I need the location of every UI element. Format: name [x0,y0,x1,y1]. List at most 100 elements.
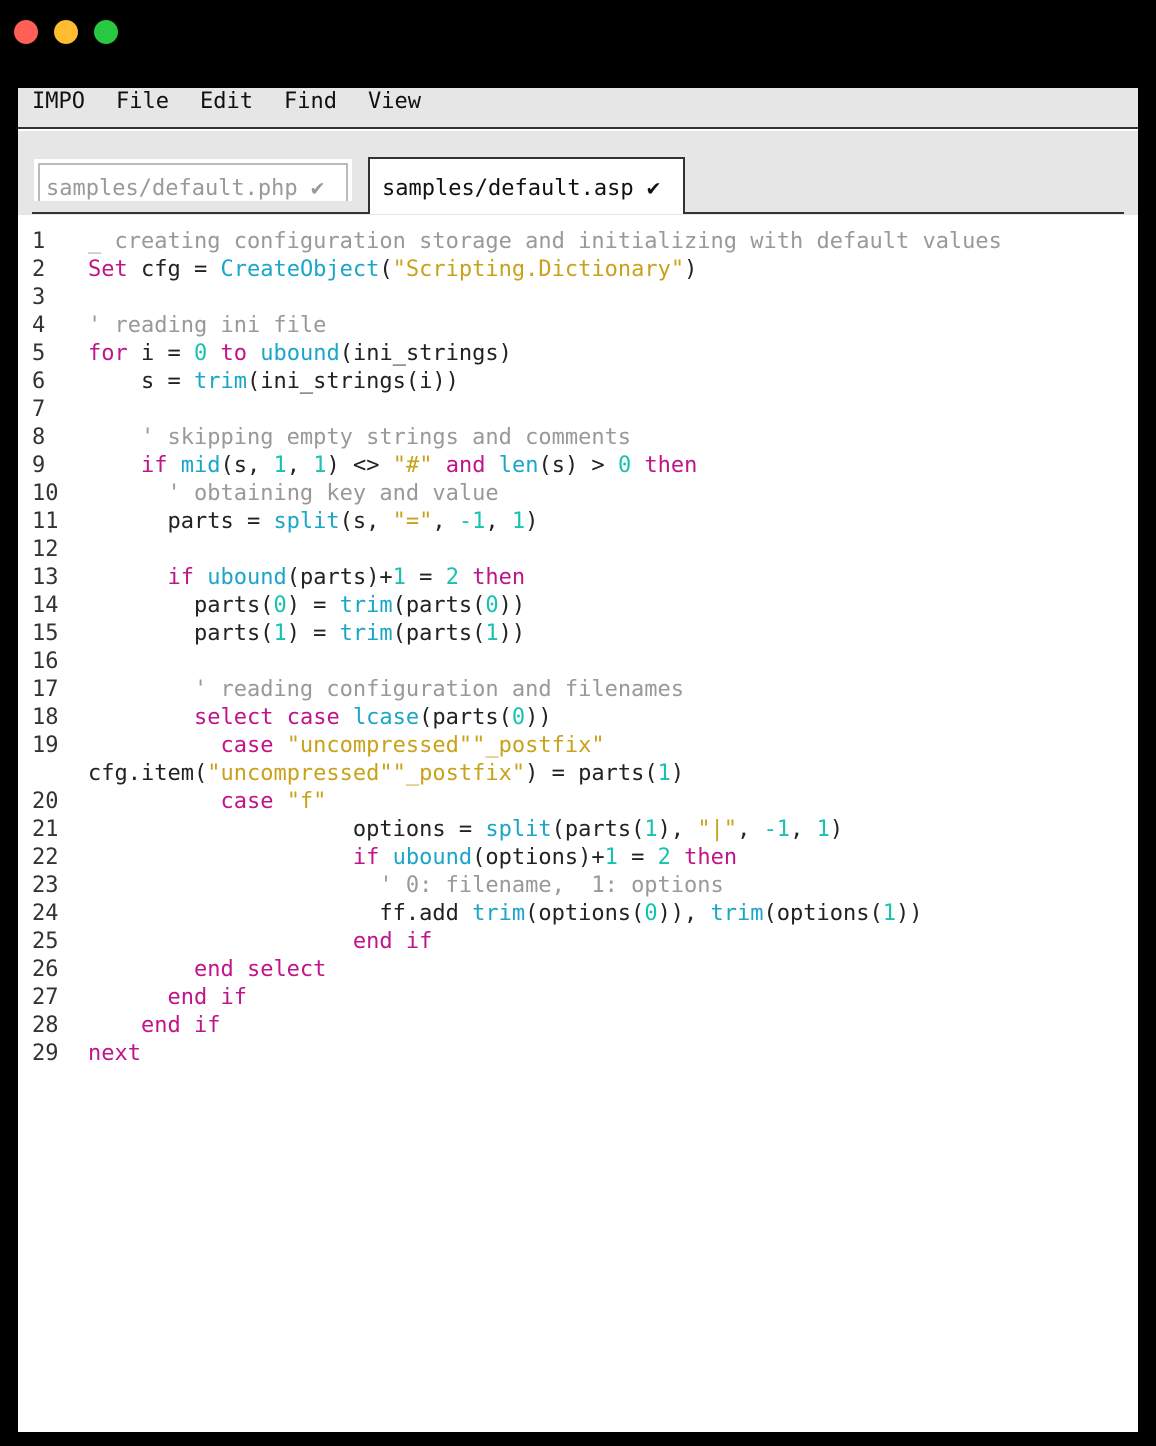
line-source: end if [88,1012,220,1040]
line-number: 12 [32,537,59,562]
code-line: 25 end if [18,928,1138,956]
code-line: 15 parts(1) = trim(parts(1)) [18,620,1138,648]
line-number: 29 [32,1041,59,1066]
code-token: (options( [525,901,645,926]
code-token: parts( [88,593,274,618]
minimize-window-button[interactable] [54,20,78,44]
menu-impo[interactable]: IMPO [32,88,85,115]
code-token: (s, [339,509,393,534]
code-line: 11 parts = split(s, "=", -1, 1) [18,508,1138,536]
line-number: 26 [32,957,59,982]
line-source: if ubound(options)+1 = 2 then [88,844,737,872]
keyword-token: case [220,789,274,814]
line-source: parts(1) = trim(parts(1)) [88,620,525,648]
function-token: CreateObject [220,257,380,282]
code-token: ) <> [326,453,393,478]
code-line: 10 ' obtaining key and value [18,480,1138,508]
line-source: case "uncompressed""_postfix" [88,732,604,760]
line-number: 6 [32,369,46,394]
saved-check-icon: ✔ [310,176,325,201]
menu-view[interactable]: View [368,88,421,115]
function-token: trim [710,901,764,926]
code-token: (ini_strings) [339,341,512,366]
keyword-token: if [352,845,380,870]
line-number: 11 [32,509,59,534]
function-token: len [498,453,539,478]
code-token: )) [498,621,526,646]
tab-default-asp[interactable]: samples/default.asp ✔ [368,157,685,214]
keyword-token: case [286,705,340,730]
code-line: 24 ff.add trim(options(0)), trim(options… [18,900,1138,928]
keyword-token: then [684,845,738,870]
number-token: 0 [193,341,208,366]
code-line: 6 s = trim(ini_strings(i)) [18,368,1138,396]
line-number: 27 [32,985,59,1010]
line-source: s = trim(ini_strings(i)) [88,368,459,396]
code-token: ) [829,817,844,842]
code-token: ), [657,817,698,842]
code-line: 28 end if [18,1012,1138,1040]
comment-token: ' skipping empty strings and comments [140,425,632,450]
code-editor[interactable]: 1 _ creating configuration storage and in… [18,228,1138,1068]
code-token: ) = [286,621,340,646]
line-number: 7 [32,397,46,422]
line-number: 4 [32,313,46,338]
code-token: ) = parts( [525,761,658,786]
keyword-token: end if [352,929,433,954]
keyword-token: next [88,1041,141,1066]
keyword-token: if [167,565,194,590]
line-source: ' skipping empty strings and comments [88,424,631,452]
code-line: 22 if ubound(options)+1 = 2 then [18,844,1138,872]
keyword-token: if [140,453,168,478]
line-number: 23 [32,873,59,898]
function-token: trim [339,621,393,646]
line-number: 19 [32,733,59,758]
menu-edit[interactable]: Edit [200,88,253,115]
number-token: 1 [816,817,830,842]
function-token: split [273,509,340,534]
number-token: 2 [657,845,671,870]
function-token: ubound [392,845,473,870]
code-line: 12 [18,536,1138,564]
code-line: 2 Set cfg = CreateObject("Scripting.Dicti… [18,256,1138,284]
line-source: ' 0: filename, 1: options [88,872,723,900]
menu-file[interactable]: File [116,88,169,115]
tab-default-php[interactable]: samples/default.php ✔ [32,157,354,201]
close-window-button[interactable] [14,20,38,44]
menu-find[interactable]: Find [284,88,337,115]
code-line: 7 [18,396,1138,424]
string-token: "=" [392,509,433,534]
code-token: (options)+ [472,845,605,870]
function-token: mid [180,453,221,478]
maximize-window-button[interactable] [94,20,118,44]
code-token: )), [657,901,711,926]
number-token: 0 [617,453,632,478]
line-number: 20 [32,789,59,814]
line-source: options = split(parts(1), "|", -1, 1) [88,816,843,844]
code-token: )) [498,593,526,618]
keyword-token: to [220,341,247,366]
number-token: -1 [763,817,791,842]
code-line: 20 case "f" [18,788,1138,816]
tab-label: samples/default.php ✔ [46,175,324,202]
line-source: Set cfg = CreateObject("Scripting.Dictio… [88,256,697,284]
code-token: (s, [220,453,274,478]
code-token: parts = [88,509,274,534]
number-token: 1 [882,901,896,926]
code-token: , [432,509,459,534]
keyword-token: end if [140,1013,221,1038]
